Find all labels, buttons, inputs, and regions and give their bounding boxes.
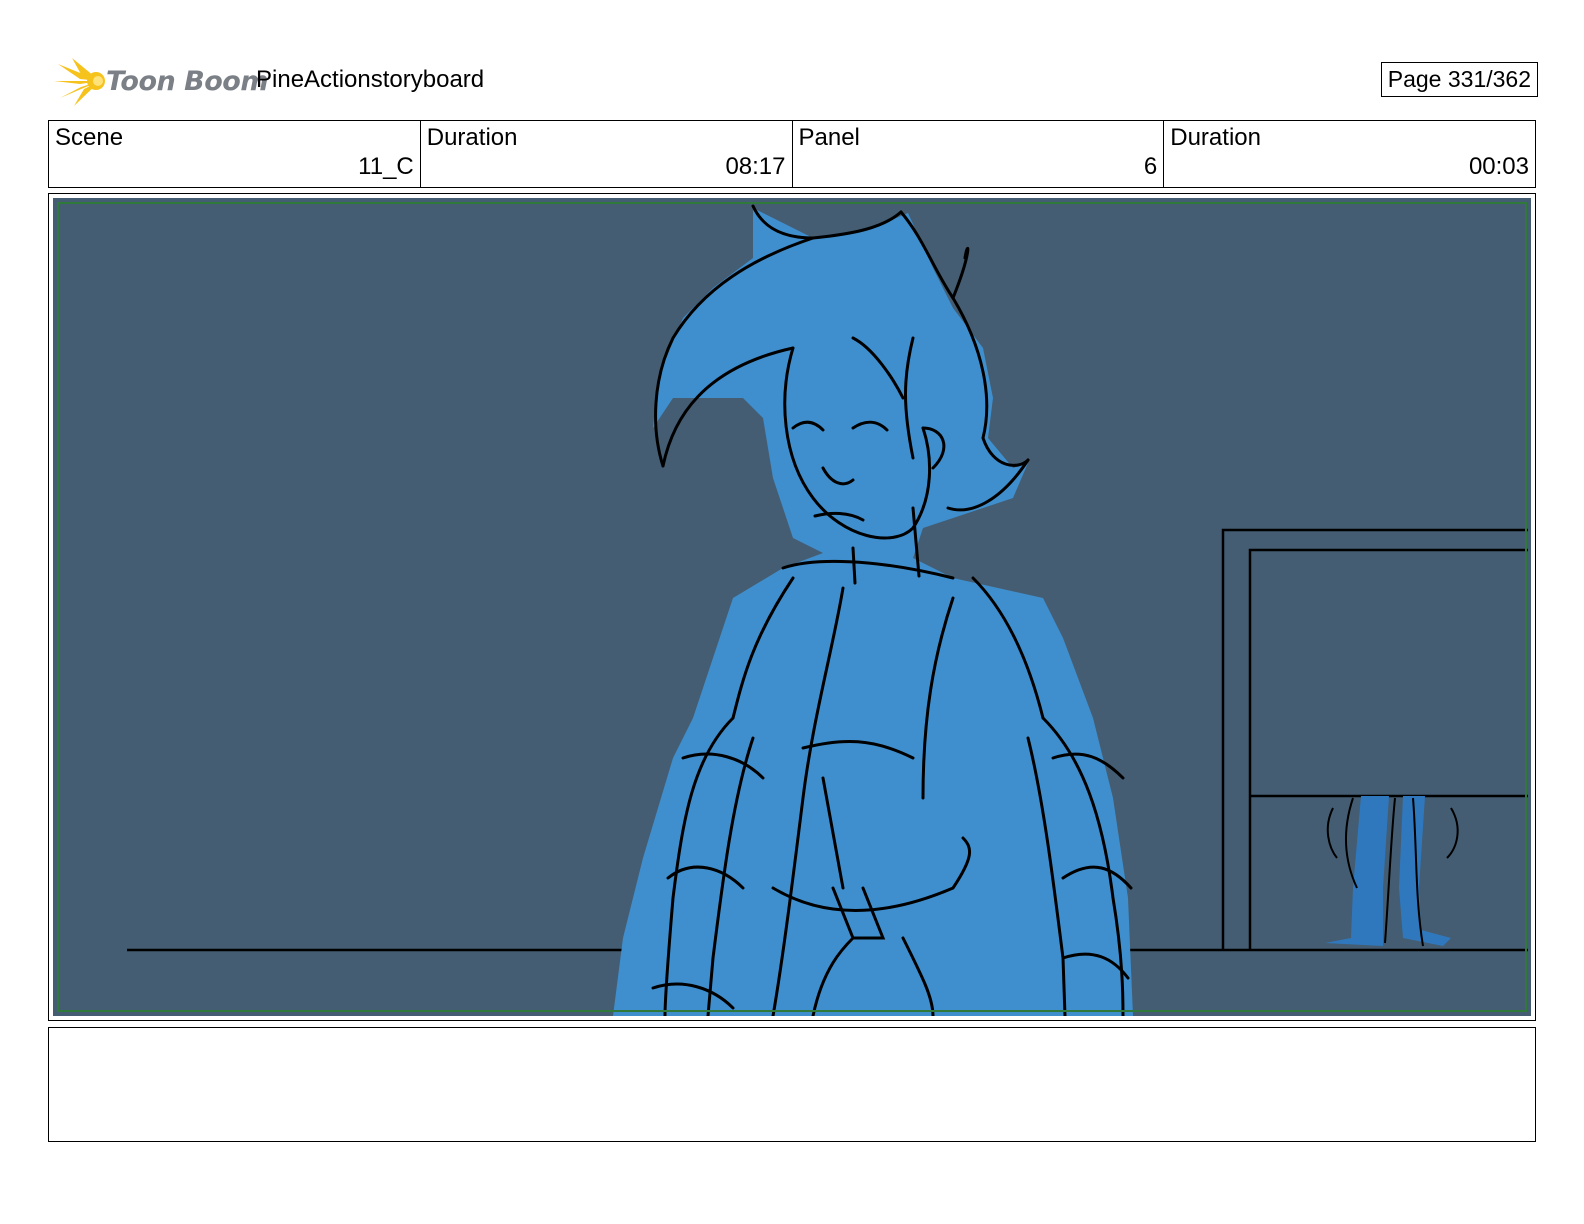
- project-title: PineActionstoryboard: [256, 66, 485, 93]
- starburst-icon: [54, 58, 105, 106]
- panel-cell: Panel 6: [793, 121, 1165, 187]
- background-figure-sketch: [1325, 796, 1459, 947]
- sketch-illustration: [127, 204, 1528, 1016]
- storyboard-panel: [48, 193, 1536, 1021]
- panel-drawing: [53, 198, 1531, 1016]
- panel-duration-label: Duration: [1170, 124, 1261, 151]
- scene-value: 11_C: [358, 153, 414, 180]
- panel-duration-value: 00:03: [1468, 153, 1529, 180]
- page-number: Page 331/362: [1380, 62, 1538, 97]
- scene-info-table: Scene 11_C Duration 08:17 Panel 6 Durati…: [48, 120, 1536, 188]
- scene-duration-value: 08:17: [725, 153, 786, 180]
- panel-notes-box: [48, 1027, 1536, 1142]
- panel-duration-cell: Duration 00:03: [1164, 121, 1535, 187]
- main-character-sketch: [613, 204, 1133, 1016]
- page-header: Toon Boom PineActionstoryboard Page 331/…: [48, 50, 1538, 110]
- toon-boom-logo: Toon Boom: [52, 54, 268, 108]
- scene-duration-label: Duration: [426, 124, 518, 151]
- scene-label: Scene: [55, 124, 124, 151]
- scene-cell: Scene 11_C: [49, 121, 421, 187]
- panel-value: 6: [1143, 153, 1158, 180]
- scene-duration-cell: Duration 08:17: [421, 121, 793, 187]
- panel-label: Panel: [798, 124, 860, 151]
- logo-text: Toon Boom: [106, 66, 268, 97]
